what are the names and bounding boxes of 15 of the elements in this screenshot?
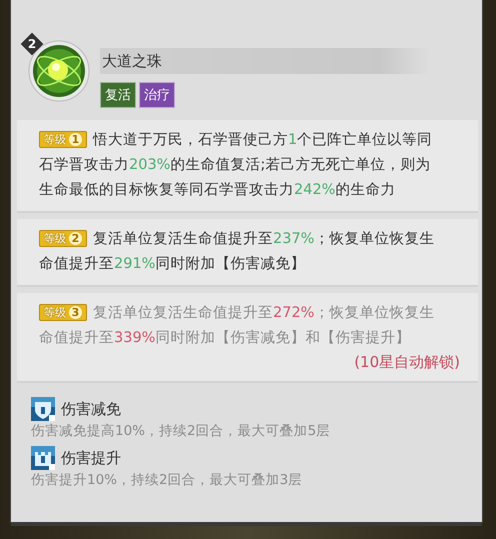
unlock-note: (10星自动解锁): [353, 352, 461, 373]
buff-name: 伤害减免: [61, 400, 121, 418]
buff-name: 伤害提升: [61, 448, 121, 468]
skill-tag: 复活: [100, 82, 136, 108]
buff-description: 伤害减免提高10%，持续2回合，最大可叠加5层: [31, 422, 332, 440]
tower-icon: [31, 446, 55, 470]
rank-badge: 2: [22, 34, 42, 54]
level-description: 等级 1 悟大道于万民，石学晋使己方1个已阵亡单位以等同石学晋攻击力 203%的生命值复活;若己方无死亡单位，则为生命最低的目标恢复等同石学晋攻击力 242%的生命力: [39, 130, 434, 200]
level-description: 等级 3 复活单位复活生命值提升至272%；恢复单位恢复生命值提升至339%同时附加【伤害减免】和【伤害提升】: [39, 303, 436, 348]
orb-icon: [28, 40, 90, 102]
level-description: 等级 2 复活单位复活生命值提升至237%；恢复单位恢复生命值提升至291%同时附加【伤害减免】: [39, 229, 436, 274]
skill-tag: 治疗: [139, 82, 175, 108]
shield-icon: [31, 397, 55, 421]
buff-description: 伤害提升10%，持续2回合，最大可叠加3层: [31, 471, 304, 489]
skill-name: 大道之珠: [101, 52, 162, 70]
